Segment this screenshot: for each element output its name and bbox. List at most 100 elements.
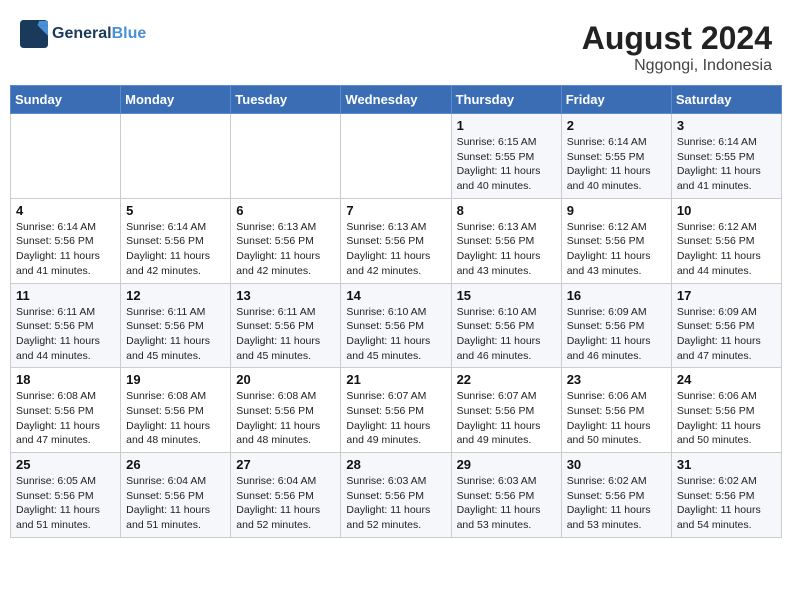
day-info: Sunrise: 6:07 AM Sunset: 5:56 PM Dayligh… [457, 389, 556, 448]
calendar-week-row: 18 Sunrise: 6:08 AM Sunset: 5:56 PM Dayli… [11, 368, 782, 453]
day-info: Sunrise: 6:09 AM Sunset: 5:56 PM Dayligh… [567, 305, 666, 364]
day-info: Sunrise: 6:12 AM Sunset: 5:56 PM Dayligh… [677, 220, 776, 279]
calendar-week-row: 11 Sunrise: 6:11 AM Sunset: 5:56 PM Dayli… [11, 283, 782, 368]
calendar-cell: 31 Sunrise: 6:02 AM Sunset: 5:56 PM Dayli… [671, 453, 781, 538]
day-number: 8 [457, 203, 556, 218]
day-number: 24 [677, 372, 776, 387]
title-area: August 2024 Nggongi, Indonesia [582, 20, 772, 75]
logo: GeneralBlue [20, 20, 146, 48]
calendar-cell: 21 Sunrise: 6:07 AM Sunset: 5:56 PM Dayli… [341, 368, 451, 453]
calendar-cell: 14 Sunrise: 6:10 AM Sunset: 5:56 PM Dayli… [341, 283, 451, 368]
day-info: Sunrise: 6:14 AM Sunset: 5:56 PM Dayligh… [16, 220, 115, 279]
day-number: 13 [236, 288, 335, 303]
day-info: Sunrise: 6:02 AM Sunset: 5:56 PM Dayligh… [677, 474, 776, 533]
calendar-cell: 20Sunrise: 6:08 AM Sunset: 5:56 PM Dayli… [231, 368, 341, 453]
calendar-cell: 19 Sunrise: 6:08 AM Sunset: 5:56 PM Dayli… [121, 368, 231, 453]
day-number: 16 [567, 288, 666, 303]
calendar-cell: 2 Sunrise: 6:14 AM Sunset: 5:55 PM Daylig… [561, 114, 671, 199]
day-info: Sunrise: 6:14 AM Sunset: 5:55 PM Dayligh… [677, 135, 776, 194]
calendar-cell: 15Sunrise: 6:10 AM Sunset: 5:56 PM Dayli… [451, 283, 561, 368]
calendar-cell: 22 Sunrise: 6:07 AM Sunset: 5:56 PM Dayli… [451, 368, 561, 453]
day-info: Sunrise: 6:06 AM Sunset: 5:56 PM Dayligh… [677, 389, 776, 448]
day-info: Sunrise: 6:13 AM Sunset: 5:56 PM Dayligh… [346, 220, 445, 279]
day-info: Sunrise: 6:11 AM Sunset: 5:56 PM Dayligh… [16, 305, 115, 364]
day-info: Sunrise: 6:13 AM Sunset: 5:56 PM Dayligh… [457, 220, 556, 279]
day-number: 9 [567, 203, 666, 218]
calendar-week-row: 4 Sunrise: 6:14 AM Sunset: 5:56 PM Daylig… [11, 198, 782, 283]
day-number: 26 [126, 457, 225, 472]
day-info: Sunrise: 6:06 AM Sunset: 5:56 PM Dayligh… [567, 389, 666, 448]
calendar-cell: 3Sunrise: 6:14 AM Sunset: 5:55 PM Daylig… [671, 114, 781, 199]
logo-icon [20, 20, 48, 48]
day-number: 18 [16, 372, 115, 387]
day-info: Sunrise: 6:03 AM Sunset: 5:56 PM Dayligh… [457, 474, 556, 533]
day-number: 25 [16, 457, 115, 472]
calendar-cell: 27 Sunrise: 6:04 AM Sunset: 5:56 PM Dayli… [231, 453, 341, 538]
day-number: 10 [677, 203, 776, 218]
day-number: 28 [346, 457, 445, 472]
calendar-cell: 29 Sunrise: 6:03 AM Sunset: 5:56 PM Dayli… [451, 453, 561, 538]
day-number: 20 [236, 372, 335, 387]
day-info: Sunrise: 6:08 AM Sunset: 5:56 PM Dayligh… [126, 389, 225, 448]
day-info: Sunrise: 6:09 AM Sunset: 5:56 PM Dayligh… [677, 305, 776, 364]
logo-general: General [52, 25, 112, 42]
month-year: August 2024 [582, 20, 772, 57]
day-info: Sunrise: 6:07 AM Sunset: 5:56 PM Dayligh… [346, 389, 445, 448]
calendar-cell: 13Sunrise: 6:11 AM Sunset: 5:56 PM Dayli… [231, 283, 341, 368]
calendar-cell: 23 Sunrise: 6:06 AM Sunset: 5:56 PM Dayli… [561, 368, 671, 453]
day-number: 6 [236, 203, 335, 218]
calendar-cell: 6 Sunrise: 6:13 AM Sunset: 5:56 PM Daylig… [231, 198, 341, 283]
calendar-week-row: 25 Sunrise: 6:05 AM Sunset: 5:56 PM Dayli… [11, 453, 782, 538]
day-number: 30 [567, 457, 666, 472]
day-number: 17 [677, 288, 776, 303]
day-info: Sunrise: 6:13 AM Sunset: 5:56 PM Dayligh… [236, 220, 335, 279]
weekday-header: Monday [121, 86, 231, 114]
day-number: 27 [236, 457, 335, 472]
day-number: 2 [567, 118, 666, 133]
logo-blue: Blue [112, 25, 147, 42]
day-number: 21 [346, 372, 445, 387]
calendar-cell: 7 Sunrise: 6:13 AM Sunset: 5:56 PM Daylig… [341, 198, 451, 283]
calendar-cell: 5Sunrise: 6:14 AM Sunset: 5:56 PM Daylig… [121, 198, 231, 283]
calendar-cell [11, 114, 121, 199]
calendar-cell: 12Sunrise: 6:11 AM Sunset: 5:56 PM Dayli… [121, 283, 231, 368]
day-number: 23 [567, 372, 666, 387]
calendar-cell [231, 114, 341, 199]
day-info: Sunrise: 6:12 AM Sunset: 5:56 PM Dayligh… [567, 220, 666, 279]
weekday-header: Sunday [11, 86, 121, 114]
day-number: 4 [16, 203, 115, 218]
day-number: 7 [346, 203, 445, 218]
calendar-cell [341, 114, 451, 199]
day-number: 29 [457, 457, 556, 472]
location: Nggongi, Indonesia [582, 57, 772, 75]
day-info: Sunrise: 6:14 AM Sunset: 5:56 PM Dayligh… [126, 220, 225, 279]
day-number: 11 [16, 288, 115, 303]
day-info: Sunrise: 6:04 AM Sunset: 5:56 PM Dayligh… [126, 474, 225, 533]
day-info: Sunrise: 6:10 AM Sunset: 5:56 PM Dayligh… [346, 305, 445, 364]
day-info: Sunrise: 6:04 AM Sunset: 5:56 PM Dayligh… [236, 474, 335, 533]
calendar-cell: 17 Sunrise: 6:09 AM Sunset: 5:56 PM Dayli… [671, 283, 781, 368]
calendar-cell: 16 Sunrise: 6:09 AM Sunset: 5:56 PM Dayli… [561, 283, 671, 368]
page-header: GeneralBlue August 2024 Nggongi, Indones… [10, 10, 782, 80]
calendar-cell: 10 Sunrise: 6:12 AM Sunset: 5:56 PM Dayli… [671, 198, 781, 283]
calendar-cell: 9 Sunrise: 6:12 AM Sunset: 5:56 PM Daylig… [561, 198, 671, 283]
day-number: 31 [677, 457, 776, 472]
logo-text: GeneralBlue [52, 25, 146, 43]
calendar-cell: 8 Sunrise: 6:13 AM Sunset: 5:56 PM Daylig… [451, 198, 561, 283]
calendar-cell: 4 Sunrise: 6:14 AM Sunset: 5:56 PM Daylig… [11, 198, 121, 283]
day-info: Sunrise: 6:15 AM Sunset: 5:55 PM Dayligh… [457, 135, 556, 194]
weekday-header: Tuesday [231, 86, 341, 114]
day-number: 19 [126, 372, 225, 387]
calendar-table: SundayMondayTuesdayWednesdayThursdayFrid… [10, 85, 782, 538]
day-number: 22 [457, 372, 556, 387]
day-info: Sunrise: 6:05 AM Sunset: 5:56 PM Dayligh… [16, 474, 115, 533]
day-number: 14 [346, 288, 445, 303]
day-info: Sunrise: 6:14 AM Sunset: 5:55 PM Dayligh… [567, 135, 666, 194]
calendar-cell: 11 Sunrise: 6:11 AM Sunset: 5:56 PM Dayli… [11, 283, 121, 368]
day-number: 12 [126, 288, 225, 303]
day-info: Sunrise: 6:10 AM Sunset: 5:56 PM Dayligh… [457, 305, 556, 364]
day-number: 1 [457, 118, 556, 133]
weekday-header: Wednesday [341, 86, 451, 114]
weekday-header: Friday [561, 86, 671, 114]
calendar-week-row: 1 Sunrise: 6:15 AM Sunset: 5:55 PM Daylig… [11, 114, 782, 199]
